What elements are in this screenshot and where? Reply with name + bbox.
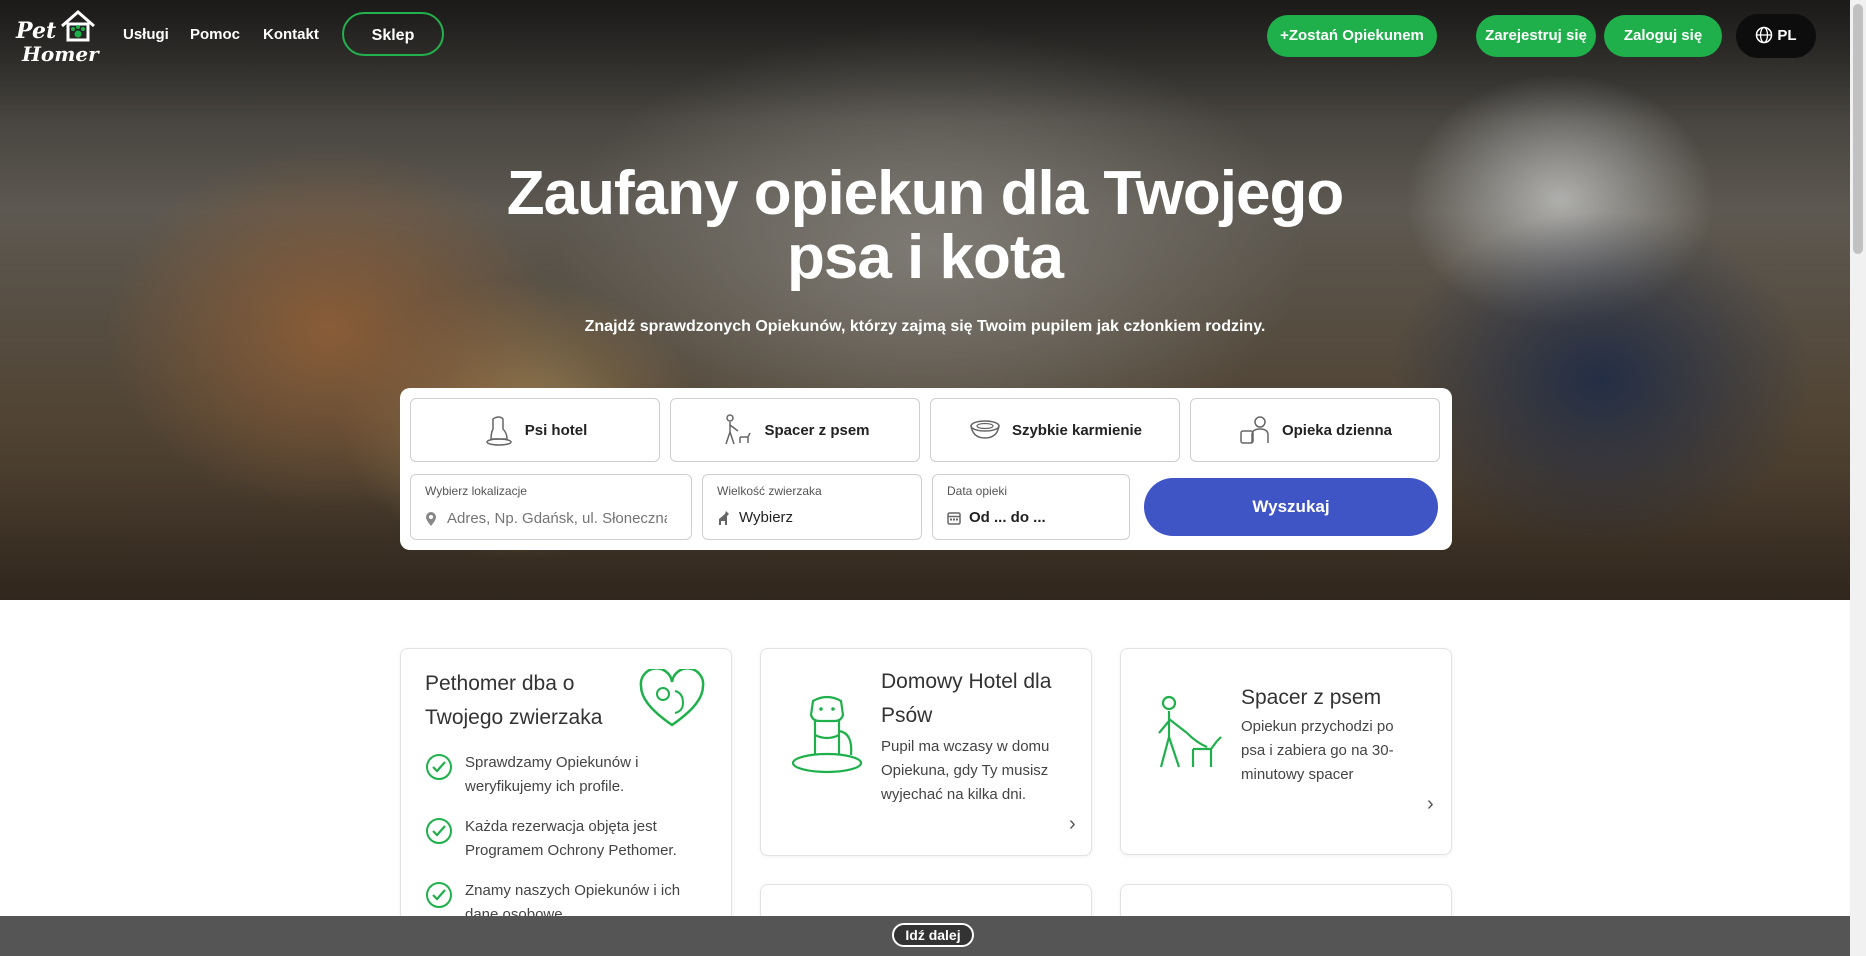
next-button[interactable]: Idź dalej <box>892 923 974 947</box>
location-field[interactable]: Wybierz lokalizacje <box>410 474 692 540</box>
dog-hotel-icon <box>485 416 512 446</box>
search-panel: Psi hotel Spacer z psem Szybkie karmieni… <box>400 388 1452 550</box>
dog-hotel-title: Domowy Hotel dla Psów <box>881 665 1071 733</box>
top-nav: Pet Homer Usługi Pomoc Kontakt Sklep +Zo… <box>0 0 1850 72</box>
nav-link-contact[interactable]: Kontakt <box>263 26 319 43</box>
logo-text-pet: Pet <box>16 18 57 44</box>
food-bowl-icon <box>970 420 1000 439</box>
tab-dog-hotel[interactable]: Psi hotel <box>410 398 660 462</box>
dog-icon <box>719 510 729 525</box>
care-item-2: Każda rezerwacja objęta jest Programem Oc… <box>425 815 715 863</box>
check-circle-icon <box>426 754 452 780</box>
walk-desc-line-1: Opiekun przychodzi po <box>1241 718 1394 735</box>
pet-size-field[interactable]: Wielkość zwierzaka Wybierz <box>702 474 922 540</box>
register-button[interactable]: Zarejestruj się <box>1476 15 1596 57</box>
care-item-2-line-1: Każda rezerwacja objęta jest <box>465 818 657 835</box>
become-sitter-button[interactable]: +Zostań Opiekunem <box>1267 15 1437 57</box>
shop-button[interactable]: Sklep <box>342 12 444 56</box>
page-title: Zaufany opiekun dla Twojego psa i kota <box>400 162 1450 290</box>
login-button[interactable]: Zaloguj się <box>1604 15 1722 57</box>
care-item-1-line-1: Sprawdzamy Opiekunów i <box>465 754 639 771</box>
title-line-1: Zaufany opiekun dla Twojego <box>506 159 1344 228</box>
language-label: PL <box>1777 27 1797 44</box>
tab-dog-walk[interactable]: Spacer z psem <box>670 398 920 462</box>
chevron-right-icon[interactable]: › <box>1427 793 1434 816</box>
care-title-line-2: Twojego zwierzaka <box>425 706 603 729</box>
care-card-title: Pethomer dba o Twojego zwierzaka <box>425 667 635 735</box>
scrollbar-thumb[interactable] <box>1853 4 1863 254</box>
calendar-icon <box>947 511 961 525</box>
search-button[interactable]: Wyszukaj <box>1144 478 1438 536</box>
dog-walk-card[interactable]: Spacer z psem Opiekun przychodzi po psa … <box>1120 648 1452 855</box>
heart-pets-icon <box>639 669 705 727</box>
check-circle-icon <box>426 818 452 844</box>
dog-walk-title: Spacer z psem <box>1241 686 1382 709</box>
tab-dog-walk-label: Spacer z psem <box>764 421 870 439</box>
care-item-1-line-2: weryfikujemy ich profile. <box>465 778 625 795</box>
title-line-2: psa i kota <box>787 223 1064 292</box>
globe-icon <box>1756 26 1773 44</box>
bottom-bar: Idź dalej <box>0 916 1850 956</box>
tab-quick-feeding-label: Szybkie karmienie <box>1011 421 1143 439</box>
tab-day-care[interactable]: Opieka dzienna <box>1190 398 1440 462</box>
language-button[interactable]: PL <box>1736 14 1816 58</box>
hotel-desc-line-1: Pupil ma wczasy w domu <box>881 738 1050 755</box>
care-item-2-line-2: Programem Ochrony Pethomer. <box>465 842 677 859</box>
chevron-right-icon[interactable]: › <box>1069 813 1076 836</box>
pet-size-value: Wybierz <box>739 509 794 526</box>
hotel-title-line-1: Domowy Hotel dla <box>881 670 1052 693</box>
house-paw-icon <box>61 10 95 42</box>
dog-hotel-card[interactable]: Domowy Hotel dla Psów Pupil ma wczasy w … <box>760 648 1092 856</box>
pet-size-label: Wielkość zwierzaka <box>717 484 822 498</box>
logo[interactable]: Pet Homer <box>14 8 99 66</box>
dog-walk-icon <box>725 414 752 445</box>
nav-link-help[interactable]: Pomoc <box>190 26 240 43</box>
page-subtitle: Znajdź sprawdzonych Opiekunów, którzy za… <box>584 318 1266 335</box>
nav-link-services[interactable]: Usługi <box>123 26 169 43</box>
day-care-icon <box>1240 416 1269 444</box>
dog-hotel-desc: Pupil ma wczasy w domu Opiekuna, gdy Ty … <box>881 735 1081 807</box>
dog-walk-desc: Opiekun przychodzi po psa i zabiera go n… <box>1241 715 1431 787</box>
dog-on-cushion-icon <box>791 695 863 774</box>
tab-quick-feeding[interactable]: Szybkie karmienie <box>930 398 1180 462</box>
person-walking-dog-icon <box>1158 695 1222 768</box>
map-pin-icon <box>426 511 436 526</box>
care-card: Pethomer dba o Twojego zwierzaka Sprawdz… <box>400 648 732 940</box>
scrollbar[interactable] <box>1850 0 1866 956</box>
logo-text-homer: Homer <box>22 42 99 66</box>
care-title-line-1: Pethomer dba o <box>425 672 575 695</box>
location-input[interactable] <box>445 509 669 528</box>
tab-day-care-label: Opieka dzienna <box>1281 421 1393 439</box>
hotel-desc-line-2: Opiekuna, gdy Ty musisz <box>881 762 1049 779</box>
walk-desc-line-2: psa i zabiera go na 30- <box>1241 742 1394 759</box>
hotel-title-line-2: Psów <box>881 704 933 727</box>
care-date-label: Data opieki <box>947 484 1008 498</box>
walk-desc-line-3: minutowy spacer <box>1241 766 1354 783</box>
care-item-1: Sprawdzamy Opiekunów i weryfikujemy ich p… <box>425 751 715 799</box>
location-label: Wybierz lokalizacje <box>425 484 527 498</box>
tab-dog-hotel-label: Psi hotel <box>524 421 588 439</box>
care-item-3-line-1: Znamy naszych Opiekunów i ich <box>465 882 681 899</box>
hotel-desc-line-3: wyjechać na kilka dni. <box>881 786 1027 803</box>
care-date-field[interactable]: Data opieki Od ... do ... <box>932 474 1130 540</box>
care-date-value: Od ... do ... <box>969 509 1046 526</box>
check-circle-icon <box>426 882 452 908</box>
